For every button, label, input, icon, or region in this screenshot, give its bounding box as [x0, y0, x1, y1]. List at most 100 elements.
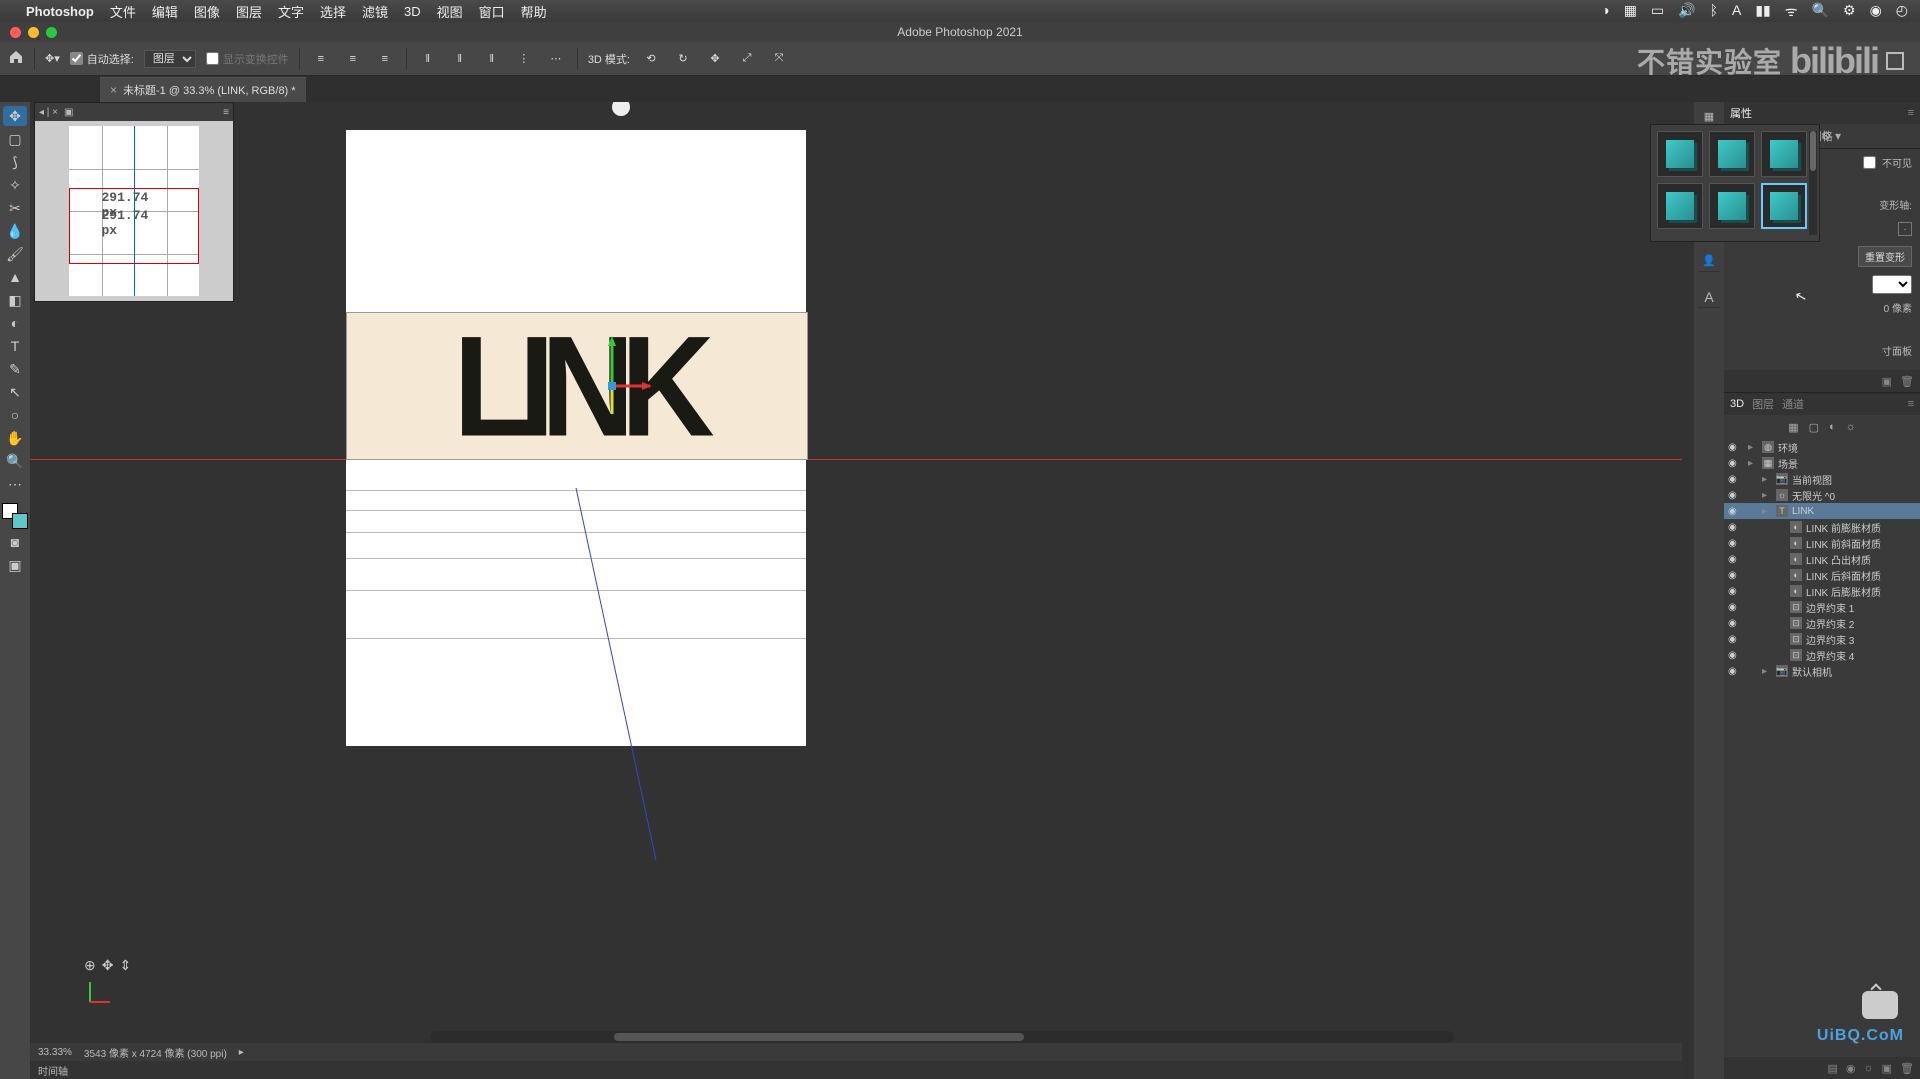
3d-layer-row[interactable]: ◉◐LINK 后膨胀材质 — [1724, 583, 1920, 599]
auto-select-checkbox[interactable]: 自动选择: — [70, 51, 134, 67]
3d-layer-row[interactable]: ◉▸TLINK — [1724, 503, 1920, 519]
navigator-pin-icon[interactable]: ▣ — [64, 107, 73, 118]
tab-channels[interactable]: 通道 — [1782, 396, 1804, 412]
brush-tool[interactable]: 🖌 — [3, 244, 27, 264]
menu-view[interactable]: 视图 — [437, 2, 463, 21]
visibility-icon[interactable]: ◉ — [1728, 490, 1740, 501]
menu-window[interactable]: 窗口 — [479, 2, 505, 21]
props-dropdown[interactable] — [1872, 275, 1912, 294]
twirl-icon[interactable]: ▸ — [1748, 458, 1758, 469]
trash-icon[interactable]: 🗑 — [1900, 1062, 1914, 1075]
align-center-h-button[interactable]: ≡ — [342, 48, 364, 70]
align-left-button[interactable]: ≡ — [310, 48, 332, 70]
type-tool[interactable]: T — [3, 336, 27, 356]
3d-layer-row[interactable]: ◉◐LINK 前斜面材质 — [1724, 535, 1920, 551]
3d-layer-list[interactable]: ◉▸◍环境◉▸▦场景◉▸📷当前视图◉▸☼无限光 ^0◉▸TLINK◉◐LINK … — [1724, 439, 1920, 1057]
screenmode-tool[interactable]: ▣ — [3, 555, 27, 575]
visibility-icon[interactable]: ◉ — [1728, 522, 1740, 533]
shape-tool[interactable]: ○ — [3, 405, 27, 425]
3d-layer-row[interactable]: ◉⊡边界约束 4 — [1724, 647, 1920, 663]
path-select-tool[interactable]: ↖ — [3, 382, 27, 402]
visibility-icon[interactable]: ◉ — [1728, 602, 1740, 613]
panel-menu-icon[interactable]: ≡ — [1908, 398, 1914, 410]
visibility-icon[interactable]: ◉ — [1728, 634, 1740, 645]
gradient-tool[interactable]: ◐ — [3, 313, 27, 333]
visibility-icon[interactable]: ◉ — [1728, 458, 1740, 469]
3d-layer-row[interactable]: ◉▸☼无限光 ^0 — [1724, 487, 1920, 503]
status-icon[interactable]: ▭ — [1651, 2, 1664, 21]
delete-icon[interactable]: 🗑 — [1900, 375, 1914, 388]
control-center-icon[interactable]: ⚙ — [1843, 2, 1856, 21]
menu-3d[interactable]: 3D — [404, 4, 421, 19]
preset-option[interactable] — [1709, 183, 1755, 229]
pan-icon[interactable]: ✥ — [102, 957, 114, 974]
3d-text-object[interactable]: LINK — [346, 312, 808, 460]
hand-tool[interactable]: ✋ — [3, 428, 27, 448]
sound-icon[interactable]: 🔊 — [1678, 2, 1695, 21]
show-transform-controls[interactable]: 显示变换控件 — [206, 51, 289, 67]
visibility-icon[interactable]: ◉ — [1728, 554, 1740, 565]
status-flyout-icon[interactable]: ▸ — [239, 1047, 244, 1058]
zoom-tool[interactable]: 🔍 — [3, 451, 27, 471]
render-icon[interactable]: ▣ — [1882, 1062, 1892, 1075]
status-icon[interactable]: ◑ — [1601, 2, 1609, 21]
panel-menu-icon[interactable]: ≡ — [1908, 107, 1914, 119]
filter-light-icon[interactable]: ☼ — [1846, 421, 1856, 433]
visibility-icon[interactable]: ◉ — [1728, 586, 1740, 597]
align-right-button[interactable]: ≡ — [374, 48, 396, 70]
siri-icon[interactable]: ◉ — [1870, 2, 1882, 21]
footer-icon[interactable]: ◉ — [1846, 1062, 1856, 1075]
new-light-icon[interactable]: ☼ — [1864, 1062, 1874, 1074]
lasso-tool[interactable]: ⟆ — [3, 152, 27, 172]
horizontal-scrollbar[interactable] — [430, 1031, 1454, 1043]
menu-layer[interactable]: 图层 — [236, 2, 262, 21]
stamp-tool[interactable]: ▲ — [3, 267, 27, 287]
gear-icon[interactable]: ⚙ ▾ — [1821, 129, 1841, 143]
orbit-icon[interactable]: ⊕ — [84, 957, 96, 974]
background-swatch[interactable] — [12, 513, 28, 529]
preset-option[interactable] — [1761, 131, 1807, 177]
visibility-icon[interactable]: ◉ — [1728, 506, 1740, 517]
minimize-window-button[interactable] — [28, 27, 39, 38]
preset-option[interactable] — [1657, 131, 1703, 177]
invisible-checkbox[interactable] — [1863, 156, 1876, 169]
filter-material-icon[interactable]: ◐ — [1829, 421, 1836, 433]
visibility-icon[interactable]: ◉ — [1728, 666, 1740, 677]
distribute-button[interactable]: ⋮ — [513, 48, 535, 70]
navigator-menu-icon[interactable]: ≡ — [223, 107, 229, 118]
render-icon[interactable]: ▣ — [1882, 375, 1892, 388]
3d-pan-button[interactable]: ✥ — [704, 48, 726, 70]
panel-button-6[interactable]: A — [1698, 286, 1720, 308]
visibility-icon[interactable]: ◉ — [1728, 474, 1740, 485]
preset-scrollbar[interactable] — [1809, 131, 1817, 235]
edit-toolbar[interactable]: ⋯ — [3, 474, 27, 494]
clock-icon[interactable]: ◴ — [1896, 2, 1908, 21]
preset-option[interactable] — [1657, 183, 1703, 229]
document-dimensions[interactable]: 3543 像素 x 4724 像素 (300 ppi) — [84, 1045, 227, 1060]
marquee-tool[interactable]: ▢ — [3, 129, 27, 149]
twirl-icon[interactable]: ▸ — [1762, 474, 1772, 485]
menu-app[interactable]: Photoshop — [26, 4, 94, 19]
dolly-icon[interactable]: ⇕ — [119, 957, 131, 974]
quickmask-tool[interactable]: ◙ — [3, 532, 27, 552]
properties-tab[interactable]: 属性 — [1730, 105, 1752, 121]
footer-icon[interactable]: ▤ — [1828, 1062, 1838, 1075]
3d-layer-row[interactable]: ◉▸◍环境 — [1724, 439, 1920, 455]
3d-orbit-button[interactable]: ⟲ — [640, 48, 662, 70]
twirl-icon[interactable]: ▸ — [1748, 442, 1758, 453]
panel-button-5[interactable]: 👤 — [1698, 250, 1720, 272]
visibility-icon[interactable]: ◉ — [1728, 650, 1740, 661]
wifi-icon[interactable]: ᯤ — [1785, 2, 1798, 21]
eraser-tool[interactable]: ◧ — [3, 290, 27, 310]
visibility-icon[interactable]: ◉ — [1728, 618, 1740, 629]
align-center-v-button[interactable]: ‖ — [449, 48, 471, 70]
document-tab[interactable]: × 未标题-1 @ 33.3% (LINK, RGB/8) * — [100, 77, 306, 102]
tab-layers[interactable]: 图层 — [1752, 396, 1774, 412]
color-swatches[interactable] — [2, 503, 28, 529]
filter-scene-icon[interactable]: ▦ — [1788, 421, 1798, 434]
menu-image[interactable]: 图像 — [194, 2, 220, 21]
visibility-icon[interactable]: ◉ — [1728, 538, 1740, 549]
3d-slide-button[interactable]: ⤢ — [736, 48, 758, 70]
tab-3d[interactable]: 3D — [1730, 398, 1744, 410]
close-window-button[interactable] — [10, 27, 21, 38]
